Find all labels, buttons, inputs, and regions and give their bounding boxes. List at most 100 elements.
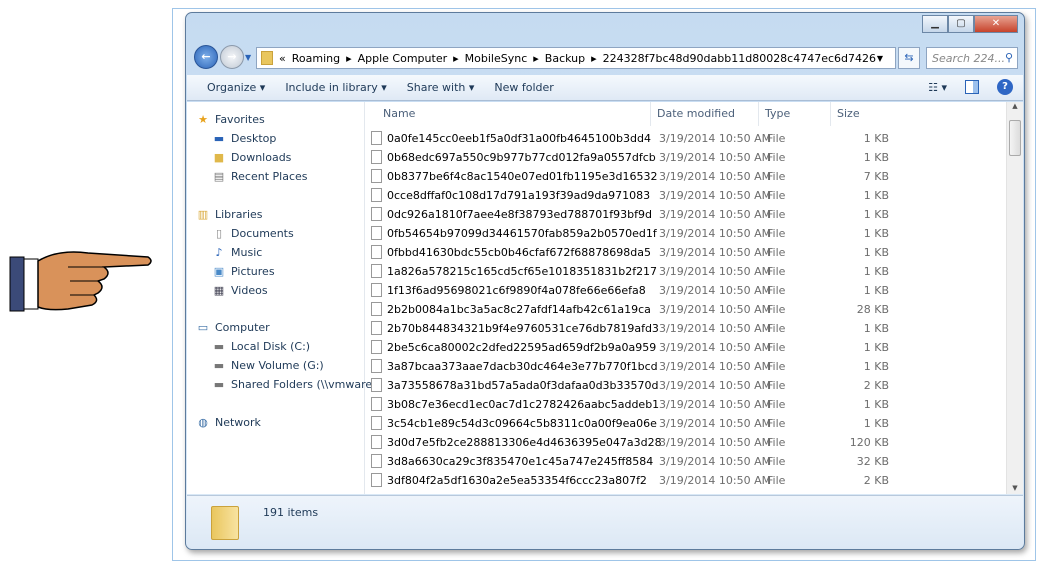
computer-icon: ▭ — [197, 320, 209, 334]
file-list: Name Date modified Type Size 0a0fe145cc0… — [369, 102, 1005, 494]
drive-icon: ▬ — [213, 339, 225, 353]
file-date: 3/19/2014 10:50 AM — [659, 303, 772, 316]
file-row[interactable]: 0fb54654b97099d34461570fab859a2b0570ed1f… — [369, 224, 889, 243]
sidebar-item-pictures[interactable]: ▣ Pictures — [211, 262, 275, 280]
file-row[interactable]: 3d8a6630ca29c3f835470e1c45a747e245ff8584… — [369, 452, 889, 471]
file-size: 120 KB — [849, 436, 889, 449]
file-date: 3/19/2014 10:50 AM — [659, 417, 772, 430]
column-header-size[interactable]: Size — [831, 102, 913, 126]
item-count: 191 items — [263, 506, 319, 519]
file-date: 3/19/2014 10:50 AM — [659, 189, 772, 202]
sidebar-network[interactable]: ◍ Network — [195, 413, 261, 431]
file-date: 3/19/2014 10:50 AM — [659, 474, 772, 487]
sidebar-item-local-disk[interactable]: ▬ Local Disk (C:) — [211, 337, 310, 355]
file-type: File — [767, 208, 786, 221]
sidebar-item-music[interactable]: ♪ Music — [211, 243, 262, 261]
forward-button[interactable]: → — [220, 45, 244, 69]
file-row[interactable]: 2b2b0084a1bc3a5ac8c27afdf14afb42c61a19ca… — [369, 300, 889, 319]
sidebar-favorites[interactable]: ★ Favorites — [195, 110, 265, 128]
file-size: 1 KB — [863, 322, 889, 335]
back-button[interactable]: ← — [194, 45, 218, 69]
sidebar-item-desktop[interactable]: ▬ Desktop — [211, 129, 277, 147]
breadcrumb-roaming[interactable]: Roaming — [292, 52, 340, 65]
file-row[interactable]: 0cce8dffaf0c108d17d791a193f39ad9da971083… — [369, 186, 889, 205]
breadcrumb-current-folder[interactable]: 224328f7bc48d90dabb11d80028c4747ec6d7426 — [603, 52, 876, 65]
music-icon: ♪ — [215, 245, 223, 259]
file-type: File — [767, 455, 786, 468]
file-icon — [371, 397, 382, 411]
file-type: File — [767, 436, 786, 449]
file-row[interactable]: 3a73558678a31bd57a5ada0f3dafaa0d3b33570d… — [369, 376, 889, 395]
close-button[interactable]: ✕ — [974, 15, 1018, 33]
file-row[interactable]: 3a87bcaa373aae7dacb30dc464e3e77b770f1bcd… — [369, 357, 889, 376]
file-row[interactable]: 0b68edc697a550c9b977b77cd012fa9a0557dfcb… — [369, 148, 889, 167]
recent-places-icon: ▤ — [213, 169, 225, 183]
pointing-hand-icon — [9, 251, 152, 312]
file-icon — [371, 435, 382, 449]
folder-icon — [261, 51, 273, 65]
file-row[interactable]: 0b8377be6f4c8ac1540e07ed01fb1195e3d16532… — [369, 167, 889, 186]
breadcrumb-overflow[interactable]: « — [279, 52, 286, 65]
file-row[interactable]: 3df804f2a5df1630a2e5ea53354f6ccc23a807f2… — [369, 471, 889, 490]
file-row[interactable]: 0a0fe145cc0eeb1f5a0df31a00fb4645100b3dd4… — [369, 129, 889, 148]
file-type: File — [767, 227, 786, 240]
file-row[interactable]: 1a826a578215c165cd5cf65e1018351831b2f217… — [369, 262, 889, 281]
file-size: 1 KB — [863, 341, 889, 354]
refresh-button[interactable]: ⇆ — [898, 47, 920, 69]
file-name: 0cce8dffaf0c108d17d791a193f39ad9da971083 — [387, 189, 651, 202]
preview-pane-icon[interactable] — [965, 80, 979, 94]
file-row[interactable]: 3d0d7e5fb2ce288813306e4d4636395e047a3d28… — [369, 433, 889, 452]
new-folder-button[interactable]: New folder — [494, 81, 553, 94]
sidebar-computer[interactable]: ▭ Computer — [195, 318, 270, 336]
share-with-button[interactable]: Share with ▾ — [407, 81, 475, 94]
file-row[interactable]: 2b70b844834321b9f4e9760531ce76db7819afd3… — [369, 319, 889, 338]
file-name: 3a73558678a31bd57a5ada0f3dafaa0d3b33570d — [387, 379, 659, 392]
recent-pages-dropdown[interactable]: ▼ — [245, 53, 251, 62]
search-input[interactable]: Search 224... ⚲ — [926, 47, 1018, 69]
column-header-name[interactable]: Name — [369, 102, 651, 126]
file-row[interactable]: 3b08c7e36ecd1ec0ac7d1c2782426aabc5addeb1… — [369, 395, 889, 414]
file-name: 0b68edc697a550c9b977b77cd012fa9a0557dfcb — [387, 151, 656, 164]
file-row[interactable]: 2be5c6ca80002c2dfed22595ad659df2b9a0a959… — [369, 338, 889, 357]
maximize-button[interactable]: ▢ — [948, 15, 974, 33]
sidebar-libraries[interactable]: ▥ Libraries — [195, 205, 263, 223]
file-date: 3/19/2014 10:50 AM — [659, 341, 772, 354]
breadcrumb-mobilesync[interactable]: MobileSync — [465, 52, 528, 65]
file-icon — [371, 302, 382, 316]
navigation-pane: ★ Favorites ▬ Desktop ■ Downloads ▤ Recent P… — [187, 102, 376, 494]
file-row[interactable]: 3c54cb1e89c54d3c09664c5b8311c0a00f9ea06e… — [369, 414, 889, 433]
scrollbar-thumb[interactable] — [1009, 120, 1021, 156]
file-type: File — [767, 265, 786, 278]
file-size: 1 KB — [863, 265, 889, 278]
file-size: 1 KB — [863, 189, 889, 202]
organize-button[interactable]: Organize ▾ — [207, 81, 265, 94]
vertical-scrollbar[interactable]: ▲ ▼ — [1006, 102, 1023, 494]
file-row[interactable]: 0dc926a1810f7aee4e8f38793ed788701f93bf9d… — [369, 205, 889, 224]
help-icon[interactable]: ? — [997, 79, 1013, 95]
column-header-type[interactable]: Type — [759, 102, 831, 126]
breadcrumb-apple-computer[interactable]: Apple Computer — [358, 52, 448, 65]
file-icon — [371, 169, 382, 183]
file-row[interactable]: 1f13f6ad95698021c6f9890f4a078fe66e66efa8… — [369, 281, 889, 300]
sidebar-item-documents[interactable]: ▯ Documents — [211, 224, 294, 242]
file-icon — [371, 454, 382, 468]
file-icon — [371, 245, 382, 259]
file-date: 3/19/2014 10:50 AM — [659, 398, 772, 411]
sidebar-item-shared-folders[interactable]: ▬ Shared Folders (\\vmware- — [211, 375, 376, 393]
column-header-date[interactable]: Date modified — [651, 102, 759, 126]
file-name: 3df804f2a5df1630a2e5ea53354f6ccc23a807f2 — [387, 474, 647, 487]
sidebar-item-new-volume[interactable]: ▬ New Volume (G:) — [211, 356, 324, 374]
sidebar-item-videos[interactable]: ▦ Videos — [211, 281, 268, 299]
include-in-library-button[interactable]: Include in library ▾ — [285, 81, 386, 94]
minimize-button[interactable]: ▁ — [922, 15, 948, 33]
file-size: 1 KB — [863, 360, 889, 373]
file-name: 1a826a578215c165cd5cf65e1018351831b2f217 — [387, 265, 658, 278]
file-row[interactable]: 0fbbd41630bdc55cb0b46cfaf672f68878698da5… — [369, 243, 889, 262]
sidebar-item-downloads[interactable]: ■ Downloads — [211, 148, 292, 166]
address-dropdown-icon[interactable]: ▼ — [877, 54, 883, 63]
sidebar-item-recent-places[interactable]: ▤ Recent Places — [211, 167, 308, 185]
change-view-icon[interactable]: ☷ ▾ — [928, 81, 947, 94]
pictures-icon: ▣ — [213, 264, 225, 278]
address-bar[interactable]: « Roaming ▸ Apple Computer ▸ MobileSync ▸ B… — [256, 47, 896, 69]
breadcrumb-backup[interactable]: Backup — [545, 52, 585, 65]
